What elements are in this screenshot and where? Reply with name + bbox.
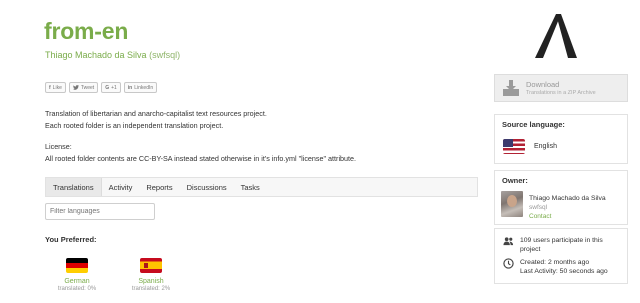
last-activity-time: Last Activity: 50 seconds ago xyxy=(520,268,608,275)
google-plus-icon: G xyxy=(105,84,110,91)
owner-heading: Owner: xyxy=(502,176,528,185)
tab-discussions[interactable]: Discussions xyxy=(180,178,234,196)
license-label: License: xyxy=(45,142,72,151)
download-sublabel: Translations in a ZIP Archive xyxy=(526,90,596,96)
tab-reports[interactable]: Reports xyxy=(139,178,179,196)
project-title: from-en xyxy=(44,18,129,44)
facebook-like-label: Like xyxy=(52,84,62,91)
germany-flag-icon xyxy=(66,258,88,273)
download-zip-button[interactable]: Download Translations in a ZIP Archive xyxy=(494,74,628,102)
filter-languages-input[interactable] xyxy=(45,203,155,220)
license-text: All rooted folder contents are CC-BY-SA … xyxy=(45,153,357,163)
project-license: License: All rooted folder contents are … xyxy=(45,141,356,164)
language-progress: translated: 0% xyxy=(57,286,97,292)
project-owner-line[interactable]: Thiago Machado da Silva (swfsql) xyxy=(45,50,180,60)
project-stats-panel: 109 users participate in this project Cr… xyxy=(494,228,628,284)
language-card-german[interactable]: German translated: 0% xyxy=(52,258,102,292)
linkedin-label: LinkedIn xyxy=(134,84,154,91)
tweet-label: Tweet xyxy=(80,84,95,91)
avatar[interactable] xyxy=(501,191,523,217)
site-logo-icon[interactable] xyxy=(535,14,577,58)
share-buttons: f Like Tweet G +1 in LinkedIn xyxy=(45,82,158,93)
tweet-button[interactable]: Tweet xyxy=(68,82,99,93)
project-tabs: Translations Activity Reports Discussion… xyxy=(45,177,478,197)
language-name[interactable]: German xyxy=(52,278,102,285)
google-plus-label: +1 xyxy=(111,84,117,91)
description-line-1: Translation of libertarian and anarcho-c… xyxy=(45,109,267,118)
tab-tasks[interactable]: Tasks xyxy=(234,178,267,196)
clock-icon xyxy=(503,258,514,269)
users-icon xyxy=(503,237,514,246)
tab-translations[interactable]: Translations xyxy=(46,178,102,196)
facebook-like-button[interactable]: f Like xyxy=(45,82,66,93)
owner-handle: swfsql xyxy=(529,204,548,211)
language-progress: translated: 2% xyxy=(131,286,171,292)
linkedin-icon: in xyxy=(127,84,133,91)
owner-panel: Owner: Thiago Machado da Silva swfsql Co… xyxy=(494,170,628,225)
language-card-spanish[interactable]: Spanish translated: 2% xyxy=(126,258,176,292)
participants-count: 109 users participate in this project xyxy=(520,237,603,253)
owner-name[interactable]: Thiago Machado da Silva xyxy=(529,195,606,202)
tab-activity[interactable]: Activity xyxy=(102,178,140,196)
download-label: Download xyxy=(526,80,560,89)
owner-name-link[interactable]: Thiago Machado da Silva xyxy=(45,50,147,60)
download-icon xyxy=(503,80,519,96)
source-language-name: English xyxy=(534,143,557,150)
project-description: Translation of libertarian and anarcho-c… xyxy=(45,108,267,131)
created-time: Created: 2 months ago xyxy=(520,259,590,266)
description-line-2: Each rooted folder is an independent tra… xyxy=(45,120,224,130)
linkedin-button[interactable]: in LinkedIn xyxy=(123,82,158,93)
owner-handle: (swfsql) xyxy=(149,50,181,60)
language-name[interactable]: Spanish xyxy=(126,278,176,285)
usa-flag-icon xyxy=(503,139,525,154)
twitter-icon xyxy=(72,85,79,90)
google-plus-button[interactable]: G +1 xyxy=(101,82,121,93)
source-language-panel: Source language: English xyxy=(494,114,628,164)
preferred-languages-heading: You Preferred: xyxy=(45,235,97,244)
facebook-icon: f xyxy=(49,84,51,91)
source-language-heading: Source language: xyxy=(502,120,565,129)
spain-flag-icon xyxy=(140,258,162,273)
contact-link[interactable]: Contact xyxy=(529,213,606,220)
